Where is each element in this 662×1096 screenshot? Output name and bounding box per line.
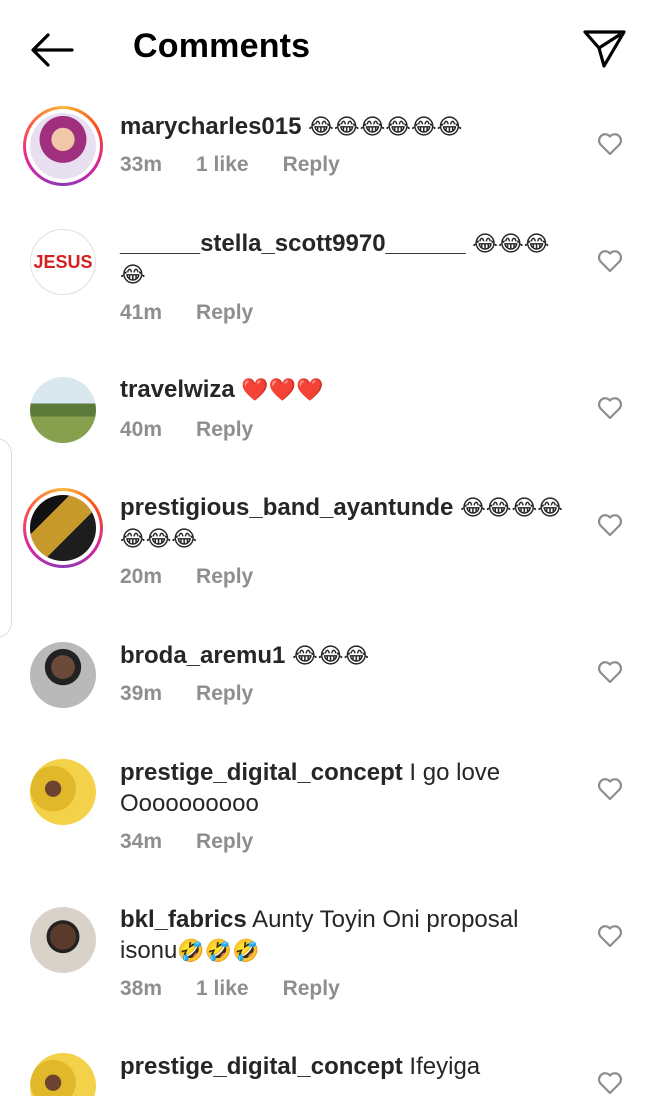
reply-button[interactable]: Reply <box>196 565 253 588</box>
comment-time: 34m <box>120 830 163 853</box>
comment-text: marycharles015 😂😂😂😂😂😂 <box>120 111 565 142</box>
heart-icon[interactable] <box>597 924 623 948</box>
comment-time: 33m <box>120 153 163 176</box>
comment-time: 20m <box>120 565 163 588</box>
comment-text: prestige_digital_concept I go love Ooooo… <box>120 757 565 819</box>
avatar-text: JESUS <box>33 251 93 272</box>
comment-likes[interactable]: 1 like <box>196 153 249 176</box>
comment-likes[interactable]: 1 like <box>196 977 249 1000</box>
reply-button[interactable]: Reply <box>283 977 340 1000</box>
comment-time: 41m <box>120 301 163 324</box>
comment-meta: 41m Reply <box>120 301 287 325</box>
comment-body: Ifeyiga <box>409 1053 481 1080</box>
avatar[interactable] <box>30 113 96 179</box>
comment-text: ______stella_scott9970______ 😂😂😂😂 <box>120 228 565 290</box>
heart-icon[interactable] <box>597 132 623 156</box>
header-bar: Comments <box>0 0 662 96</box>
comment-time: 40m <box>120 418 163 441</box>
comment-text: travelwiza ❤️❤️❤️ <box>120 374 565 405</box>
reply-button[interactable]: Reply <box>196 830 253 853</box>
comment-text: broda_aremu1 😂😂😂 <box>120 640 565 671</box>
story-ring[interactable] <box>23 106 103 186</box>
side-drawer-handle[interactable] <box>0 438 12 638</box>
comment-username[interactable]: bkl_fabrics <box>120 906 247 933</box>
comment-username[interactable]: travelwiza <box>120 376 235 403</box>
comment-username[interactable]: prestige_digital_concept <box>120 759 403 786</box>
avatar[interactable] <box>30 907 96 973</box>
avatar[interactable]: JESUS <box>30 229 96 295</box>
heart-icon[interactable] <box>597 513 623 537</box>
comment-item: prestige_digital_concept Ifeyiga <box>0 1045 662 1096</box>
comment-text: prestigious_band_ayantunde 😂😂😂😂😂😂😂 <box>120 492 565 554</box>
comment-emoji: 😂😂😂 <box>292 643 370 668</box>
comment-meta: 34m Reply <box>120 830 287 854</box>
reply-button[interactable]: Reply <box>283 153 340 176</box>
comment-meta: 40m Reply <box>120 418 287 442</box>
comment-username[interactable]: prestige_digital_concept <box>120 1053 403 1080</box>
paper-plane-icon[interactable] <box>580 26 628 70</box>
arrow-left-icon[interactable] <box>28 30 76 70</box>
comment-time: 38m <box>120 977 163 1000</box>
avatar[interactable] <box>30 1053 96 1096</box>
comment-text: prestige_digital_concept Ifeyiga <box>120 1051 565 1082</box>
comment-text: bkl_fabrics Aunty Toyin Oni proposal iso… <box>120 904 565 966</box>
reply-button[interactable]: Reply <box>196 418 253 441</box>
comment-emoji: ❤️❤️❤️ <box>241 377 324 402</box>
avatar[interactable] <box>30 759 96 825</box>
reply-button[interactable]: Reply <box>196 301 253 324</box>
heart-icon[interactable] <box>597 660 623 684</box>
reply-button[interactable]: Reply <box>196 682 253 705</box>
avatar[interactable] <box>30 642 96 708</box>
comment-emoji: 😂😂😂😂😂😂 <box>308 114 463 139</box>
story-ring[interactable] <box>23 488 103 568</box>
comment-username[interactable]: broda_aremu1 <box>120 642 285 669</box>
avatar[interactable] <box>30 377 96 443</box>
comment-username[interactable]: marycharles015 <box>120 113 301 140</box>
comment-username[interactable]: prestigious_band_ayantunde <box>120 494 453 521</box>
comment-meta: 38m 1 like Reply <box>120 977 374 1001</box>
comment-meta: 33m 1 like Reply <box>120 153 374 177</box>
avatar[interactable] <box>30 495 96 561</box>
comment-username[interactable]: ______stella_scott9970______ <box>120 230 466 257</box>
comment-meta: 20m Reply <box>120 565 287 589</box>
comment-time: 39m <box>120 682 163 705</box>
heart-icon[interactable] <box>597 777 623 801</box>
comment-emoji: 🤣🤣🤣 <box>177 938 260 963</box>
heart-icon[interactable] <box>597 1071 623 1095</box>
page-title: Comments <box>133 27 311 65</box>
heart-icon[interactable] <box>597 396 623 420</box>
heart-icon[interactable] <box>597 249 623 273</box>
comment-meta: 39m Reply <box>120 682 287 706</box>
